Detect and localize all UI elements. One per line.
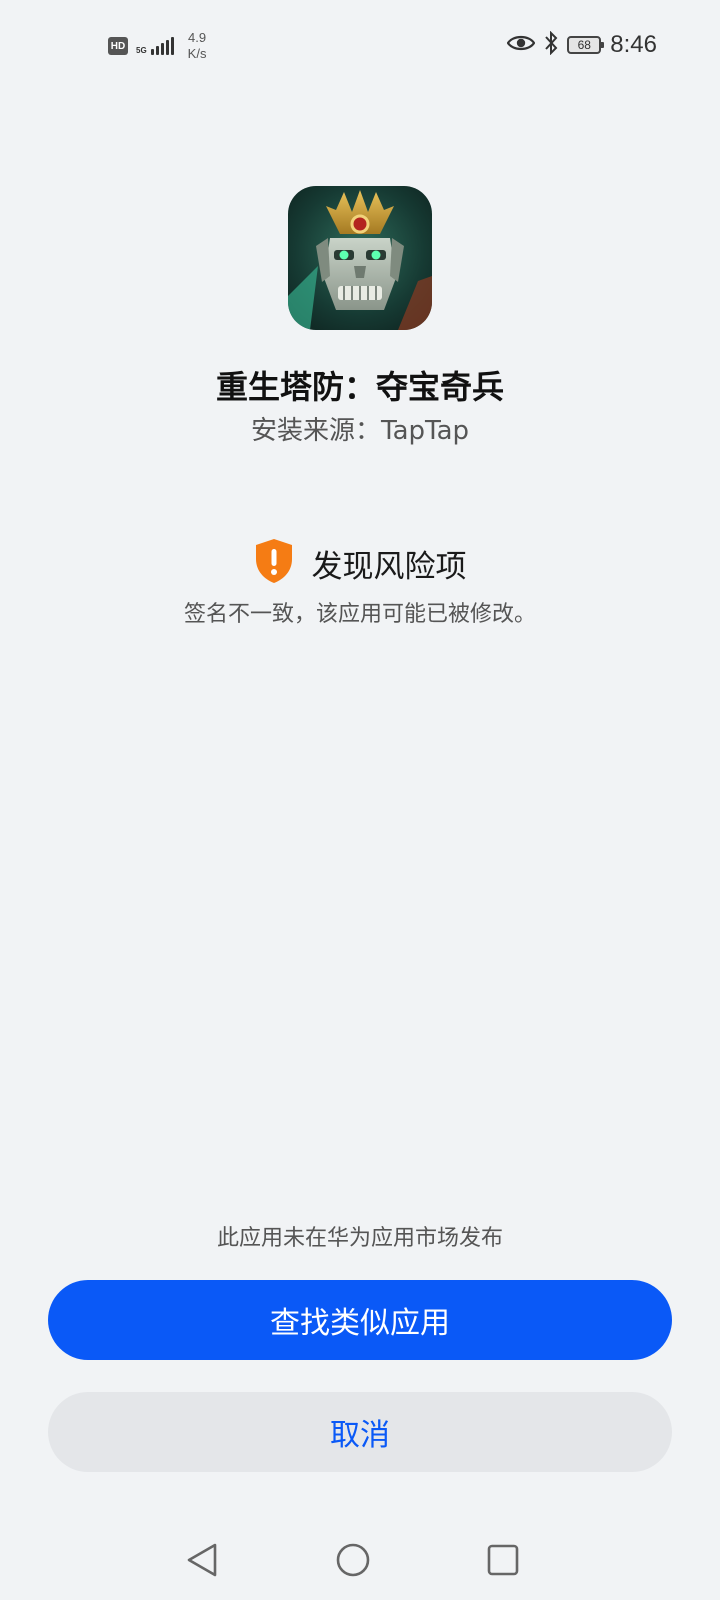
network-speed-unit: K/s	[187, 46, 207, 61]
risk-description: 签名不一致，该应用可能已被修改。	[183, 602, 536, 627]
status-bar-left: HD 5G 4.9 K/s	[108, 30, 206, 62]
install-source: 安装来源：TapTap	[250, 416, 470, 446]
network-speed-value: 4.9	[188, 30, 207, 45]
back-icon[interactable]	[180, 1538, 224, 1582]
recents-icon[interactable]	[481, 1538, 525, 1582]
app-name: 重生塔防：夺宝奇兵	[215, 368, 504, 406]
hd-icon: HD	[108, 37, 128, 55]
clock: 8:46	[610, 31, 657, 58]
risk-title: 发现风险项	[311, 548, 467, 585]
status-bar-right: 68 8:46	[506, 30, 657, 59]
cancel-button[interactable]: 取消	[48, 1392, 672, 1472]
bluetooth-icon	[544, 30, 558, 59]
network-type-label: 5G	[136, 46, 147, 55]
risk-header: 发现风险项	[0, 538, 720, 588]
home-icon[interactable]	[331, 1538, 375, 1582]
battery-icon: 68	[567, 36, 605, 54]
eye-comfort-icon	[506, 34, 536, 56]
app-icon	[288, 186, 432, 330]
network-speed: 4.9 K/s	[188, 30, 207, 62]
market-note: 此应用未在华为应用市场发布	[216, 1226, 503, 1251]
status-bar: HD 5G 4.9 K/s 68 8:46	[0, 0, 720, 92]
signal-strength-icon: 5G	[136, 37, 174, 55]
find-similar-apps-button[interactable]: 查找类似应用	[48, 1280, 672, 1360]
warning-shield-icon	[254, 538, 294, 588]
navigation-bar	[0, 1520, 720, 1600]
battery-level: 68	[577, 38, 591, 52]
